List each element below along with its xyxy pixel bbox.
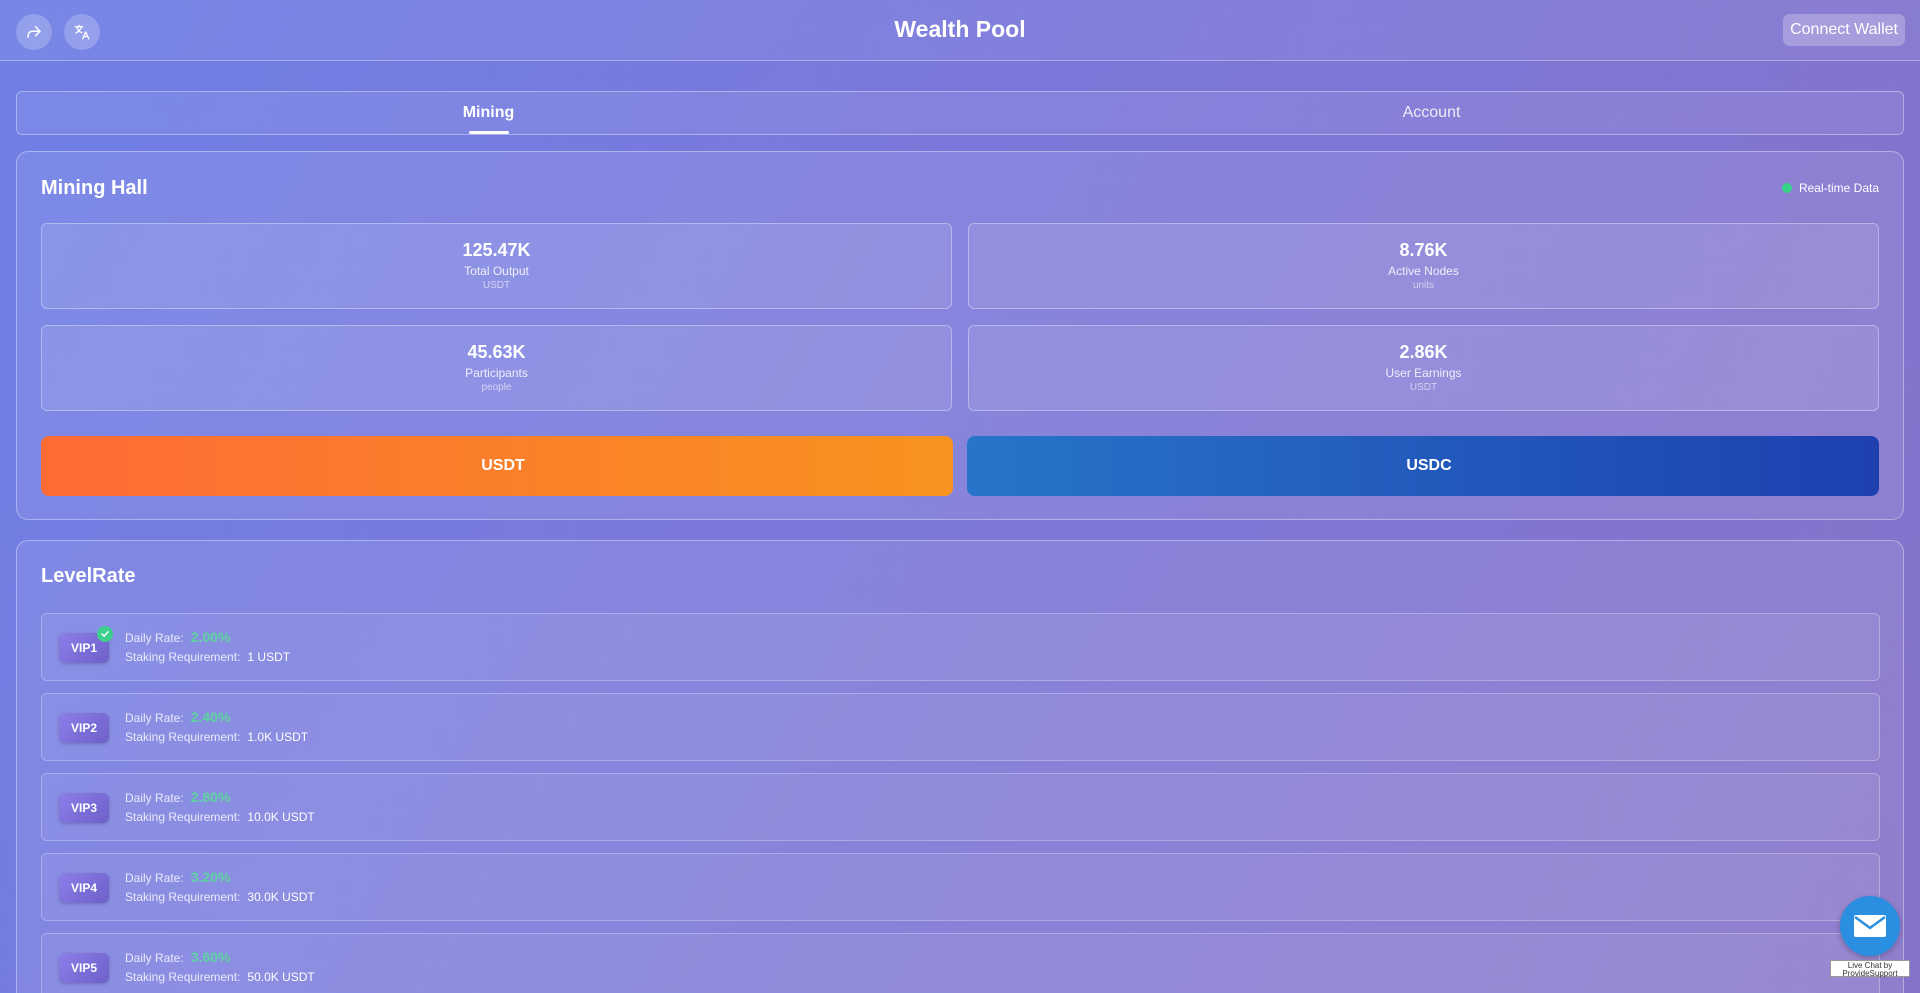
- vip-badge: VIP5: [59, 953, 109, 983]
- stat-value: 125.47K: [462, 240, 531, 260]
- connect-wallet-button[interactable]: Connect Wallet: [1783, 14, 1905, 46]
- usdt-button[interactable]: USDT: [41, 436, 953, 496]
- daily-rate-label: Daily Rate:: [125, 631, 184, 645]
- live-chat-button[interactable]: [1840, 896, 1900, 956]
- daily-rate-value: 3.20%: [190, 869, 231, 885]
- tab-account[interactable]: Account: [960, 92, 1903, 134]
- staking-label: Staking Requirement:: [125, 650, 241, 664]
- daily-rate-value: 3.60%: [190, 949, 231, 965]
- stat-unit: USDT: [1409, 382, 1438, 393]
- tab-mining[interactable]: Mining: [17, 92, 960, 134]
- check-icon: [97, 626, 113, 642]
- stat-value: 45.63K: [467, 342, 526, 362]
- daily-rate-line: Daily Rate: 3.60%: [125, 949, 230, 965]
- usdc-button-label: USDC: [1406, 457, 1452, 474]
- daily-rate-value: 2.80%: [190, 789, 231, 805]
- stat-label: Total Output: [464, 264, 529, 278]
- envelope-icon: [1854, 915, 1886, 937]
- staking-value: 10.0K USDT: [247, 810, 315, 824]
- stat-label: Participants: [465, 366, 528, 380]
- staking-label: Staking Requirement:: [125, 970, 241, 984]
- staking-value: 1.0K USDT: [247, 730, 309, 744]
- stat-total-output: 125.47K Total Output USDT: [41, 223, 952, 309]
- daily-rate-line: Daily Rate: 3.20%: [125, 869, 230, 885]
- stat-unit: people: [481, 382, 512, 393]
- stat-active-nodes: 8.76K Active Nodes units: [968, 223, 1879, 309]
- daily-rate-label: Daily Rate:: [125, 871, 184, 885]
- daily-rate-line: Daily Rate: 2.80%: [125, 789, 230, 805]
- vip-level-row[interactable]: VIP5 Daily Rate: 3.60% Staking Requiremen…: [41, 933, 1880, 993]
- realtime-indicator: Real-time Data: [1781, 181, 1879, 195]
- staking-line: Staking Requirement: 1.0K USDT: [125, 730, 308, 744]
- live-chat-line2: ProvideSupport: [1842, 969, 1898, 978]
- stat-unit: USDT: [482, 280, 511, 291]
- daily-rate-value: 2.40%: [190, 709, 231, 725]
- staking-value: 50.0K USDT: [247, 970, 315, 984]
- stat-unit: units: [1412, 280, 1435, 291]
- live-chat-label[interactable]: Live Chat by ProvideSupport: [1830, 960, 1910, 978]
- vip-level-row[interactable]: VIP2 Daily Rate: 2.40% Staking Requiremen…: [41, 693, 1880, 761]
- level-rate-panel: LevelRate VIP1 Daily Rate: 2.00% Staking …: [16, 540, 1904, 993]
- staking-line: Staking Requirement: 1 USDT: [125, 650, 290, 664]
- vip-level-row[interactable]: VIP4 Daily Rate: 3.20% Staking Requiremen…: [41, 853, 1880, 921]
- staking-line: Staking Requirement: 50.0K USDT: [125, 970, 315, 984]
- daily-rate-label: Daily Rate:: [125, 951, 184, 965]
- daily-rate-label: Daily Rate:: [125, 711, 184, 725]
- staking-label: Staking Requirement:: [125, 890, 241, 904]
- stat-label: Active Nodes: [1388, 264, 1459, 278]
- stat-label: User Earnings: [1385, 366, 1462, 380]
- vip-badge: VIP4: [59, 873, 109, 903]
- page-title: Wealth Pool: [894, 16, 1026, 42]
- staking-line: Staking Requirement: 10.0K USDT: [125, 810, 315, 824]
- daily-rate-line: Daily Rate: 2.00%: [125, 629, 230, 645]
- daily-rate-label: Daily Rate:: [125, 791, 184, 805]
- stat-value: 8.76K: [1399, 240, 1448, 260]
- level-rate-title: LevelRate: [41, 565, 136, 587]
- staking-line: Staking Requirement: 30.0K USDT: [125, 890, 315, 904]
- vip-badge: VIP3: [59, 793, 109, 823]
- vip-level-row[interactable]: VIP1 Daily Rate: 2.00% Staking Requiremen…: [41, 613, 1880, 681]
- staking-value: 30.0K USDT: [247, 890, 315, 904]
- vip-badge: VIP2: [59, 713, 109, 743]
- staking-value: 1 USDT: [247, 650, 291, 664]
- vip-level-row[interactable]: VIP3 Daily Rate: 2.80% Staking Requiremen…: [41, 773, 1880, 841]
- stat-user-earnings: 2.86K User Earnings USDT: [968, 325, 1879, 411]
- stat-participants: 45.63K Participants people: [41, 325, 952, 411]
- app-header: Wealth Pool Connect Wallet: [0, 0, 1920, 61]
- staking-label: Staking Requirement:: [125, 730, 241, 744]
- staking-label: Staking Requirement:: [125, 810, 241, 824]
- daily-rate-value: 2.00%: [190, 629, 231, 645]
- main-tabs: Mining Account: [16, 91, 1904, 135]
- status-dot: [1781, 183, 1792, 193]
- mining-hall-title: Mining Hall: [41, 177, 148, 199]
- daily-rate-line: Daily Rate: 2.40%: [125, 709, 230, 725]
- usdc-button[interactable]: USDC: [967, 436, 1879, 496]
- usdt-button-label: USDT: [481, 457, 525, 474]
- stat-value: 2.86K: [1399, 342, 1448, 362]
- mining-hall-panel: Mining Hall Real-time Data 125.47K Total…: [16, 151, 1904, 520]
- realtime-label: Real-time Data: [1798, 181, 1879, 195]
